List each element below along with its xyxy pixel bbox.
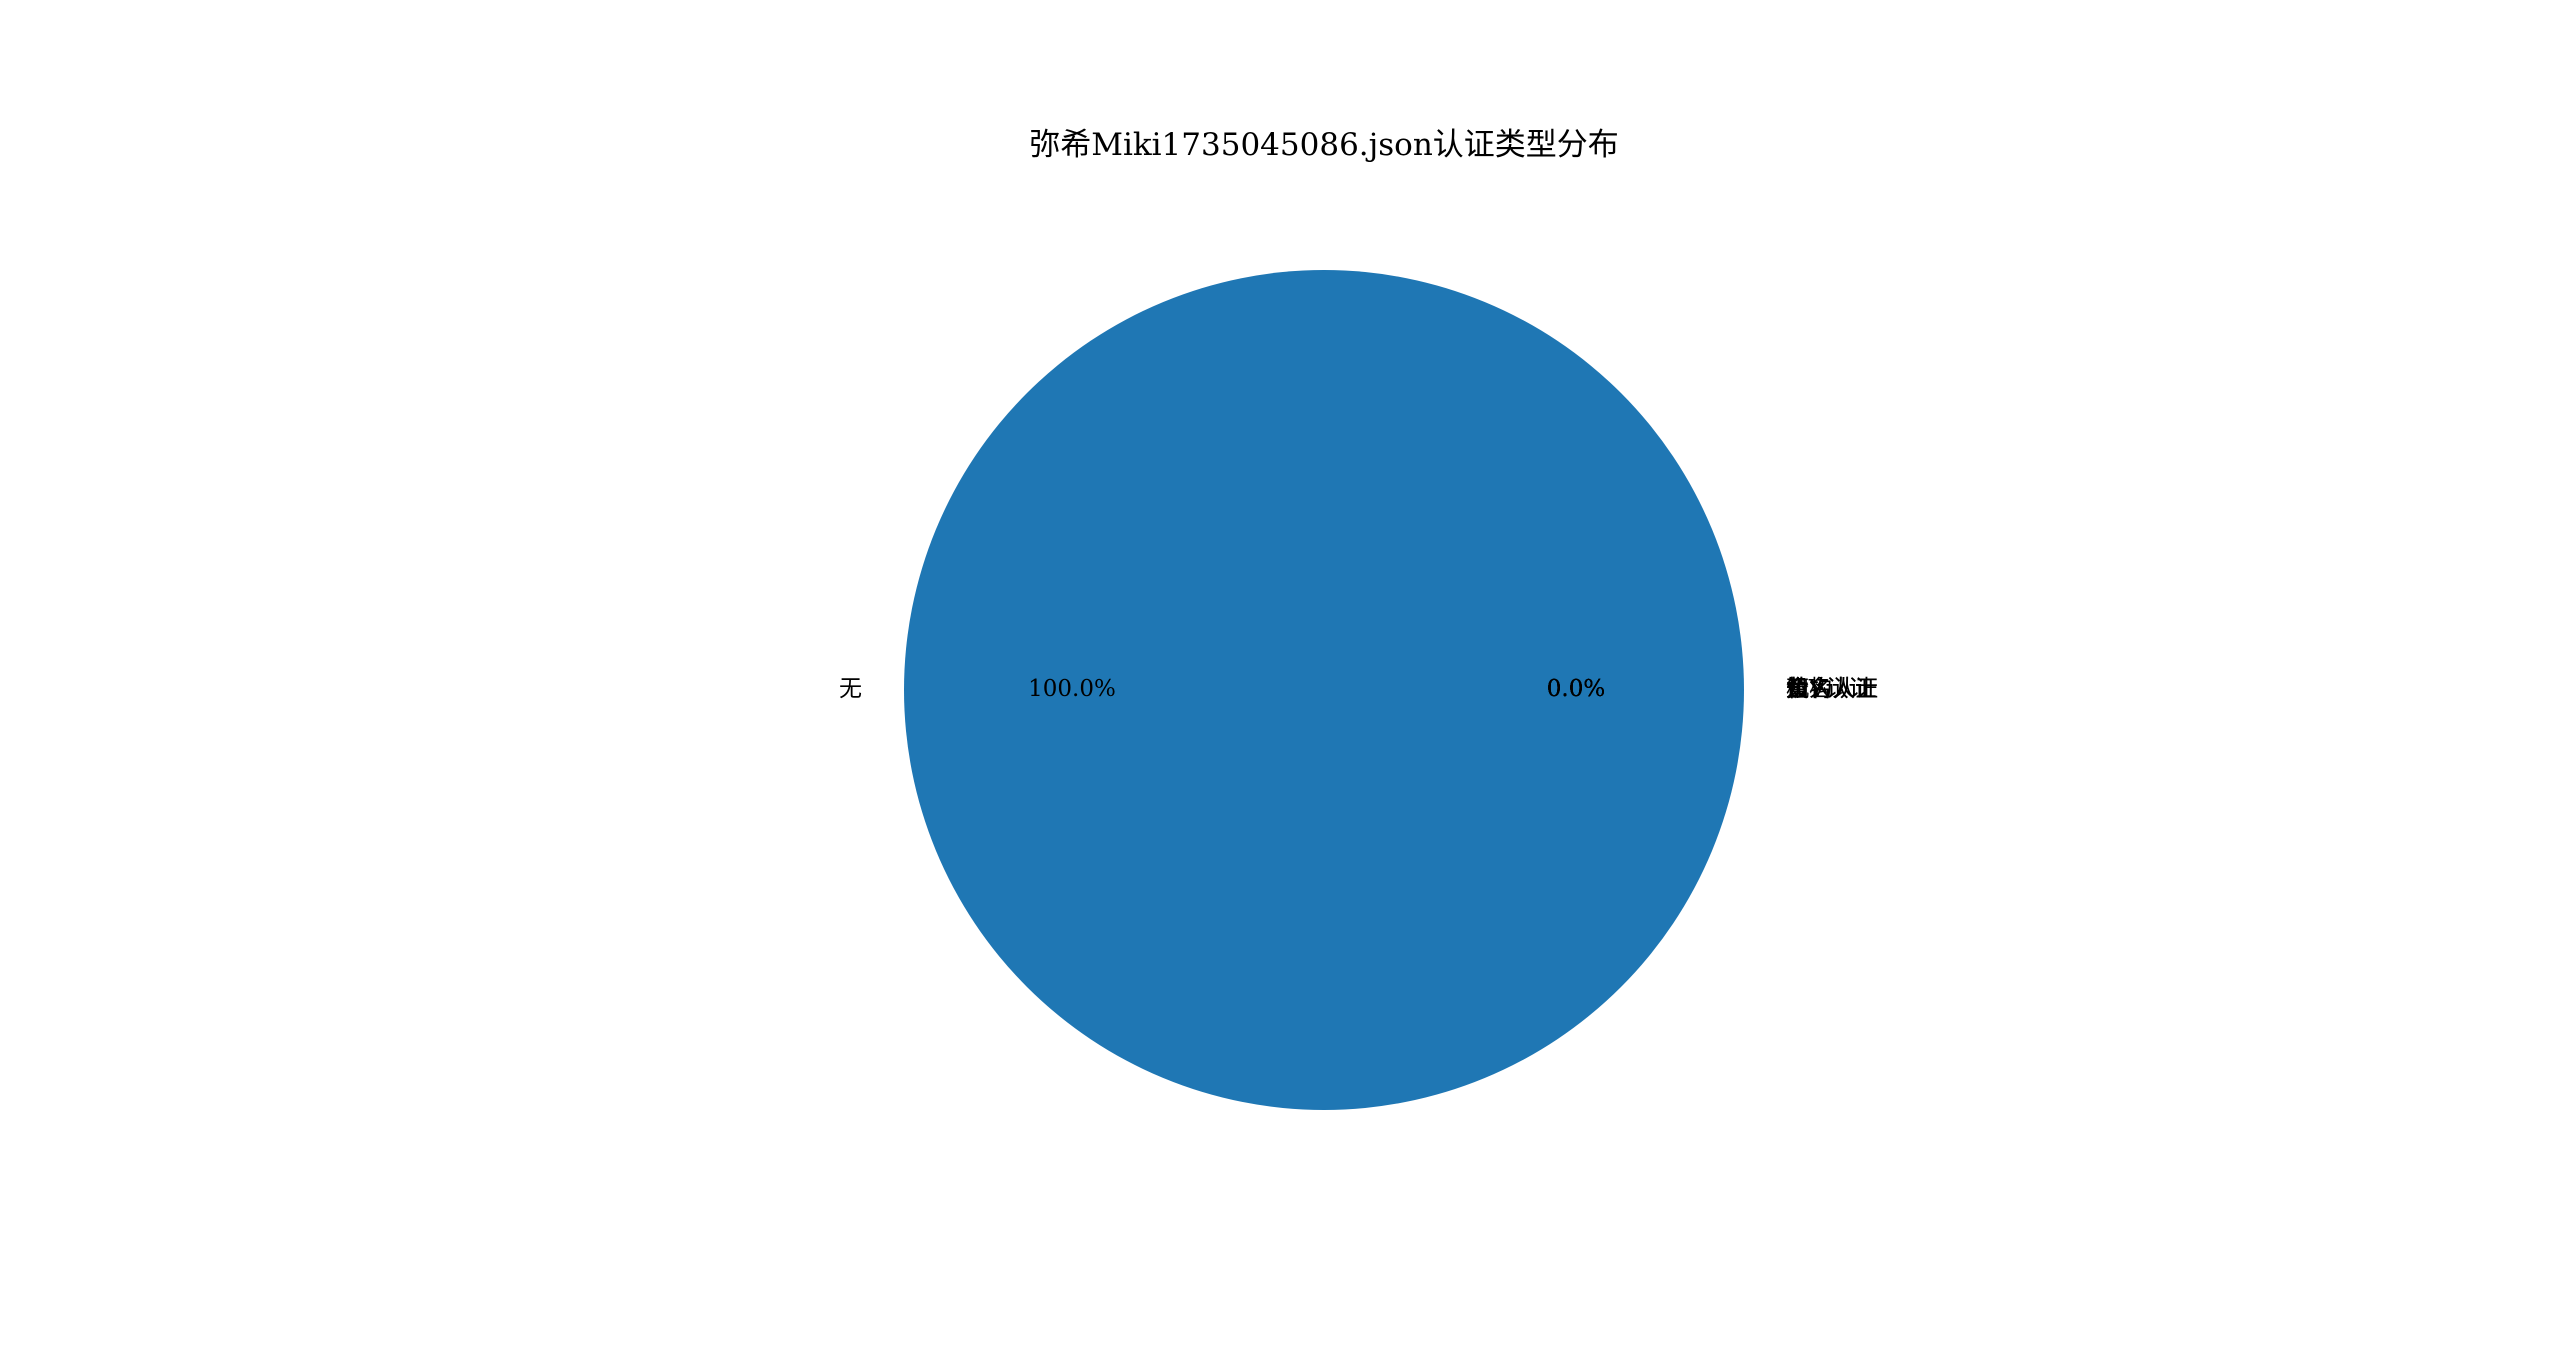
percent-label: 0.0% [1547,676,1605,702]
slice-label: 无 [839,676,862,702]
chart-title: 弥希Miki1735045086.json认证类型分布 [1029,127,1619,163]
percent-label: 100.0% [1028,676,1116,702]
chart: 弥希Miki1735045086.json认证类型分布 无 100.0% 黄V认证0… [839,127,1878,1110]
slice-label: 知名人士 [1786,676,1878,702]
